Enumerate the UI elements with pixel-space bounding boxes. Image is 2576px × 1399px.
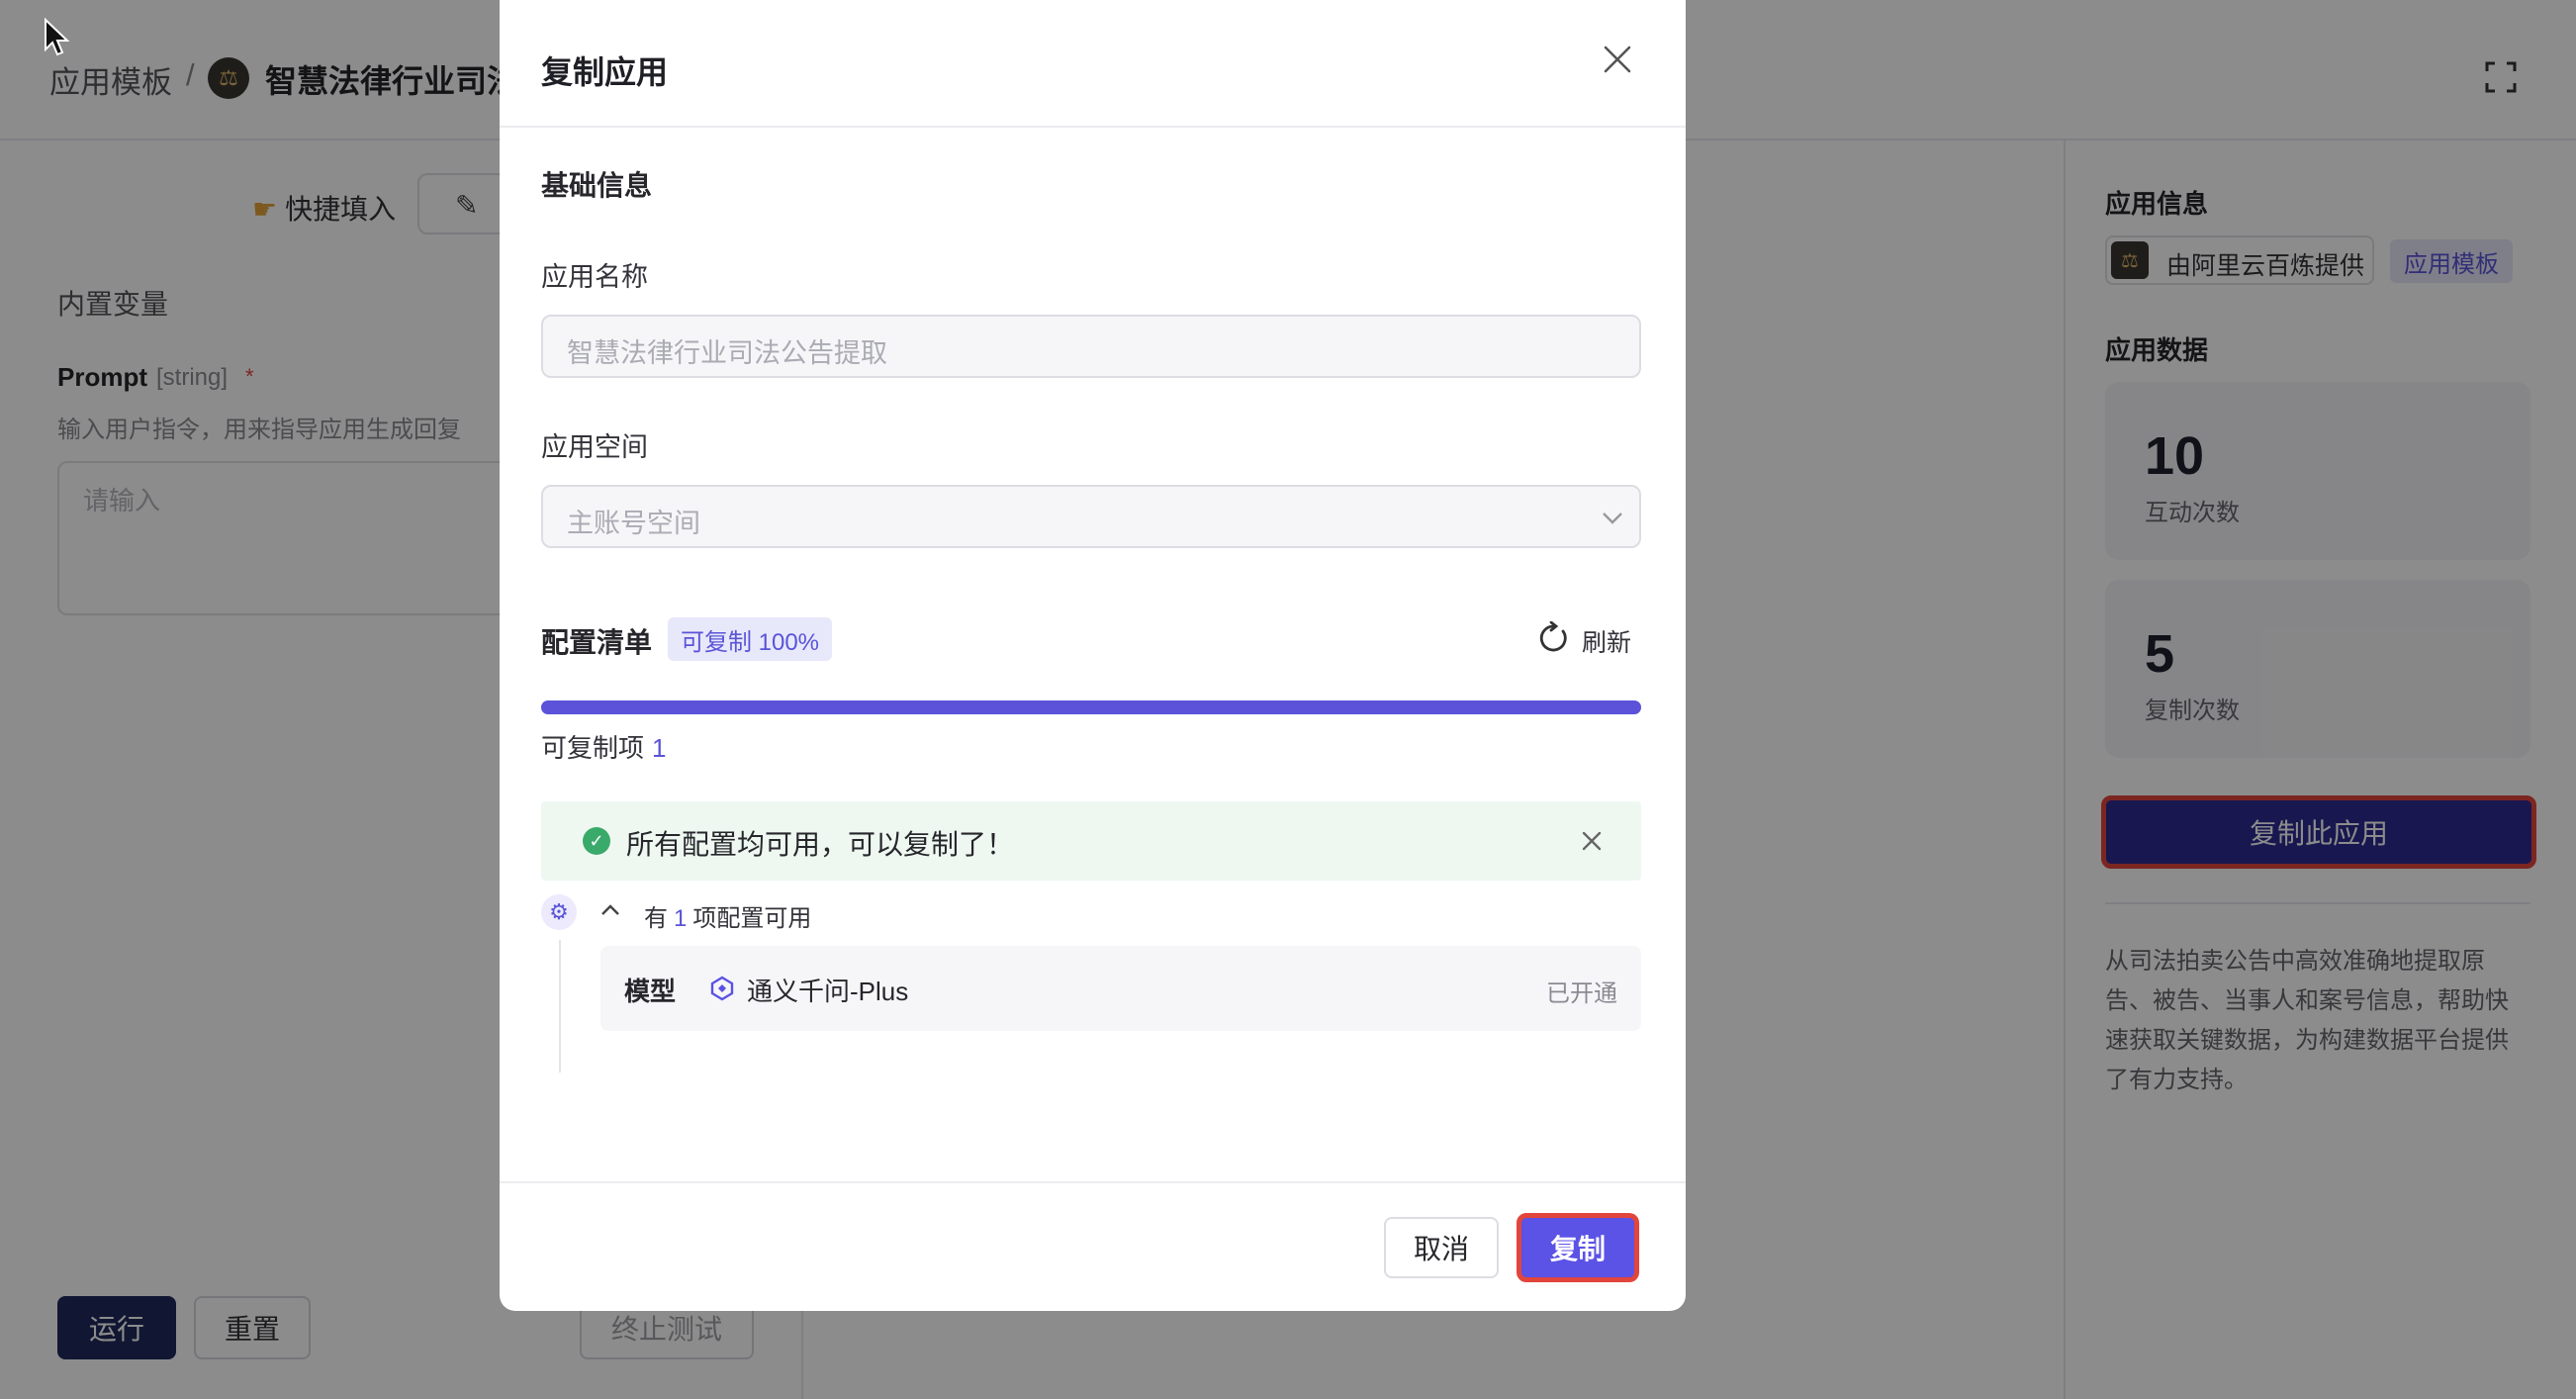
app-name-placeholder: 智慧法律行业司法公告提取 [567, 338, 887, 368]
close-icon[interactable] [1600, 42, 1635, 77]
app-space-label: 应用空间 [541, 432, 648, 462]
available-count: 1 [674, 905, 688, 932]
model-config-row: 模型 通义千问-Plus 已开通 [600, 946, 1641, 1031]
confirm-copy-button[interactable]: 复制 [1517, 1213, 1639, 1282]
dialog-footer-divider [500, 1181, 1686, 1183]
dialog-header-divider [500, 126, 1686, 128]
check-circle-icon: ✓ [583, 827, 610, 855]
copy-app-dialog: 复制应用 基础信息 应用名称 智慧法律行业司法公告提取 应用空间 主账号空间 配… [500, 0, 1686, 1311]
success-alert: ✓ 所有配置均可用，可以复制了！ [541, 801, 1641, 881]
model-name: 通义千问-Plus [747, 977, 909, 1006]
available-prefix: 有 [644, 905, 668, 932]
chevron-down-icon [1603, 513, 1622, 524]
available-suffix: 项配置可用 [692, 905, 812, 932]
basic-info-title: 基础信息 [541, 170, 653, 201]
dialog-title: 复制应用 [541, 54, 669, 90]
qwen-model-icon [710, 976, 734, 1001]
progress-fill [541, 700, 1641, 714]
cancel-button[interactable]: 取消 [1384, 1217, 1499, 1278]
mouse-cursor-icon [45, 18, 70, 56]
refresh-button[interactable]: 刷新 [1582, 623, 1631, 659]
chevron-up-icon[interactable] [598, 898, 622, 922]
app-name-label: 应用名称 [541, 262, 648, 292]
tree-connector [559, 940, 561, 1073]
refresh-icon[interactable] [1536, 621, 1570, 655]
copyable-label: 可复制项 [541, 733, 645, 763]
copyable-percent-badge: 可复制 100% [668, 617, 832, 661]
model-status: 已开通 [1546, 980, 1617, 1007]
config-gear-icon: ⚙ [541, 894, 577, 930]
copyable-items: 可复制项 1 [541, 728, 666, 765]
app-space-select[interactable]: 主账号空间 [541, 485, 1641, 548]
available-config-summary: 有 1 项配置可用 [644, 898, 811, 933]
app-space-placeholder: 主账号空间 [567, 509, 700, 538]
model-label: 模型 [624, 977, 677, 1006]
alert-text: 所有配置均可用，可以复制了！ [626, 829, 1015, 860]
config-list-title: 配置清单 [541, 627, 653, 658]
copy-progress-bar [541, 700, 1641, 714]
copyable-count: 1 [652, 733, 667, 763]
app-name-input[interactable]: 智慧法律行业司法公告提取 [541, 315, 1641, 378]
close-alert-icon[interactable] [1580, 829, 1604, 853]
